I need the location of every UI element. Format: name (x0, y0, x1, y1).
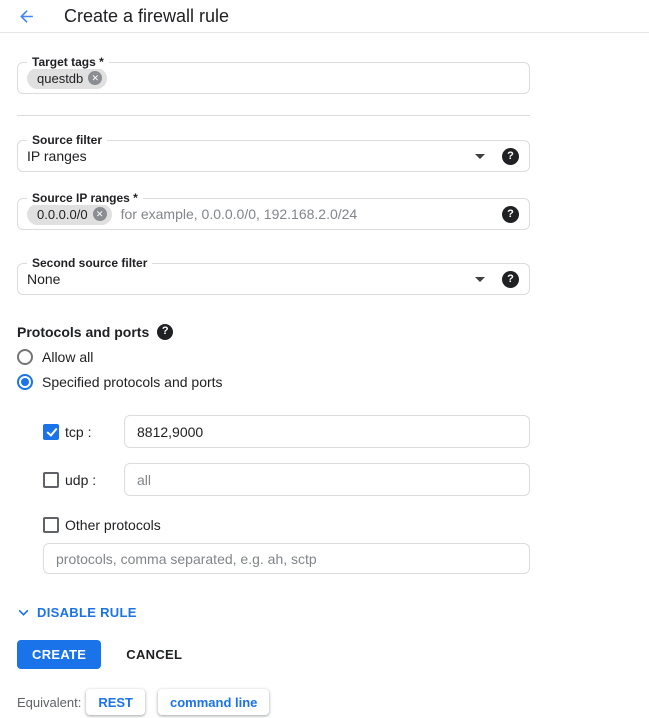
back-arrow-icon (17, 7, 36, 26)
second-source-filter-value: None (27, 271, 60, 287)
udp-ports-input[interactable] (124, 463, 530, 496)
cancel-button[interactable]: CANCEL (126, 647, 182, 662)
other-protocols-checkbox[interactable] (43, 517, 59, 533)
page-title: Create a firewall rule (64, 6, 229, 27)
source-ip-chip[interactable]: 0.0.0.0/0 ✕ (27, 204, 112, 225)
udp-row: udp : (43, 463, 530, 496)
help-icon[interactable]: ? (502, 148, 519, 165)
section-divider (17, 115, 530, 116)
source-ip-ranges-label: Source IP ranges * (27, 191, 143, 205)
source-filter-label: Source filter (27, 133, 107, 147)
radio-specified-protocols[interactable]: Specified protocols and ports (17, 372, 530, 392)
radio-allow-all[interactable]: Allow all (17, 347, 530, 367)
chip-remove-icon[interactable]: ✕ (93, 207, 107, 221)
action-buttons: CREATE CANCEL (17, 640, 530, 669)
protocols-heading: Protocols and ports (17, 324, 149, 340)
command-line-button[interactable]: command line (158, 689, 269, 715)
page-header: Create a firewall rule (0, 0, 649, 33)
chevron-down-icon (17, 606, 37, 619)
radio-label: Allow all (42, 349, 93, 365)
source-ip-placeholder: for example, 0.0.0.0/0, 192.168.2.0/24 (121, 206, 358, 222)
target-tags-label: Target tags * (27, 55, 109, 69)
tcp-label: tcp : (65, 424, 124, 440)
second-source-filter-field[interactable]: Second source filter None ? (17, 263, 530, 295)
rest-button[interactable]: REST (86, 689, 145, 715)
target-tag-chip[interactable]: questdb ✕ (27, 68, 107, 89)
target-tags-field[interactable]: Target tags * questdb ✕ (17, 62, 530, 94)
disable-rule-label: DISABLE RULE (37, 605, 137, 620)
help-icon[interactable]: ? (157, 324, 173, 340)
other-protocols-input[interactable] (43, 543, 530, 574)
radio-icon[interactable] (17, 349, 33, 365)
chevron-down-icon[interactable] (475, 154, 485, 159)
equivalent-row: Equivalent: REST command line (17, 689, 530, 715)
source-ip-ranges-field[interactable]: Source IP ranges * 0.0.0.0/0 ✕ for examp… (17, 198, 530, 230)
tcp-checkbox[interactable] (43, 424, 59, 440)
chip-remove-icon[interactable]: ✕ (88, 71, 102, 85)
second-source-filter-label: Second source filter (27, 256, 152, 270)
radio-label: Specified protocols and ports (42, 374, 223, 390)
source-filter-value: IP ranges (27, 148, 87, 164)
udp-checkbox[interactable] (43, 472, 59, 488)
radio-icon-selected[interactable] (17, 374, 33, 390)
back-button[interactable] (14, 4, 38, 28)
protocols-heading-row: Protocols and ports ? (17, 323, 530, 340)
other-protocols-row[interactable]: Other protocols (43, 517, 530, 533)
chip-text: questdb (37, 71, 83, 86)
tcp-row: tcp : (43, 415, 530, 448)
chip-text: 0.0.0.0/0 (37, 207, 88, 222)
tcp-ports-input[interactable] (124, 415, 530, 448)
equivalent-label: Equivalent: (17, 695, 81, 710)
disable-rule-toggle[interactable]: DISABLE RULE (17, 604, 137, 621)
help-icon[interactable]: ? (502, 271, 519, 288)
help-icon[interactable]: ? (502, 206, 519, 223)
form-body: Target tags * questdb ✕ Source filter IP… (17, 62, 530, 715)
source-filter-field[interactable]: Source filter IP ranges ? (17, 140, 530, 172)
create-button[interactable]: CREATE (17, 640, 101, 669)
udp-label: udp : (65, 472, 124, 488)
other-protocols-label: Other protocols (65, 517, 161, 533)
chevron-down-icon[interactable] (475, 277, 485, 282)
